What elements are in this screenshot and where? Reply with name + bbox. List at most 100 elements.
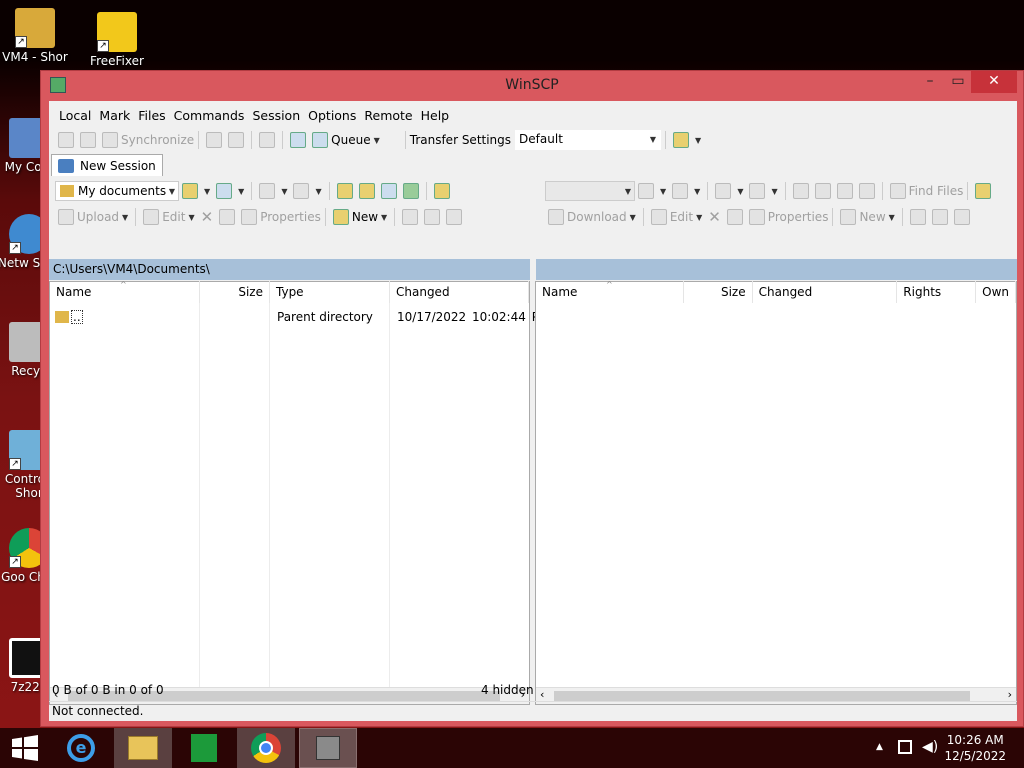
delete-icon[interactable]: ✕ <box>201 208 214 226</box>
open-folder-icon[interactable] <box>638 183 654 199</box>
find-files-button[interactable]: Find Files <box>909 184 964 198</box>
scroll-left-icon[interactable]: ‹ <box>540 688 544 701</box>
menu-mark[interactable]: Mark <box>95 108 134 123</box>
download-icon[interactable] <box>548 209 564 225</box>
tab-new-session[interactable]: New Session <box>51 154 163 176</box>
minimize-button[interactable]: – <box>915 71 945 93</box>
taskbar-store[interactable] <box>175 728 233 768</box>
rename-icon[interactable] <box>219 209 236 225</box>
col-header-type[interactable]: Type <box>270 281 390 303</box>
remote-path-bar[interactable] <box>536 259 1017 280</box>
local-file-list[interactable] <box>49 281 530 705</box>
new-button[interactable]: New <box>352 210 378 224</box>
col-header-changed[interactable]: Changed <box>753 281 898 303</box>
menu-help[interactable]: Help <box>417 108 454 123</box>
delete-icon[interactable]: ✕ <box>708 208 721 226</box>
new-button[interactable]: New <box>859 210 885 224</box>
system-clock[interactable]: 10:26 AM 12/5/2022 <box>944 732 1006 764</box>
chevron-down-icon[interactable]: ▼ <box>374 136 380 145</box>
remote-location-dropdown[interactable]: ▼ <box>545 181 635 201</box>
maximize-button[interactable]: ▭ <box>943 71 973 93</box>
properties-icon[interactable] <box>241 209 258 225</box>
refresh-icon[interactable] <box>402 183 419 199</box>
taskbar-file-explorer[interactable] <box>114 728 172 768</box>
back-arrow-icon[interactable] <box>715 183 732 199</box>
find-files-icon[interactable] <box>889 183 906 199</box>
putty-icon[interactable] <box>228 132 245 148</box>
transfer-icon[interactable] <box>259 132 276 148</box>
edit-icon[interactable] <box>143 209 160 225</box>
menu-local[interactable]: Local <box>55 108 95 123</box>
preferences-globe-icon[interactable] <box>673 132 690 148</box>
properties-icon[interactable] <box>748 209 765 225</box>
properties-button[interactable]: Properties <box>260 210 321 224</box>
forward-arrow-icon[interactable] <box>749 183 766 199</box>
menu-remote[interactable]: Remote <box>360 108 416 123</box>
title-bar[interactable]: WinSCP – ▭ ✕ <box>41 71 1023 101</box>
download-button[interactable]: Download <box>567 210 627 224</box>
chevron-down-icon[interactable]: ▼ <box>696 213 702 222</box>
remote-file-list[interactable] <box>535 281 1017 705</box>
new-folder-icon[interactable] <box>332 209 349 225</box>
network-status-icon[interactable] <box>898 740 912 754</box>
filter-icon[interactable] <box>672 183 689 199</box>
root-dir-icon[interactable] <box>814 183 831 199</box>
chevron-down-icon[interactable]: ▼ <box>281 187 287 196</box>
home-icon[interactable] <box>380 183 397 199</box>
col-header-size[interactable]: Size <box>684 281 753 303</box>
home-icon[interactable] <box>836 183 853 199</box>
scroll-right-icon[interactable]: › <box>1008 688 1012 701</box>
queue-button[interactable]: Queue <box>331 133 370 147</box>
forward-arrow-icon[interactable] <box>293 183 310 199</box>
upload-button[interactable]: Upload <box>77 210 119 224</box>
chevron-down-icon[interactable]: ▼ <box>737 187 743 196</box>
parent-dir-icon[interactable] <box>792 183 809 199</box>
root-dir-icon[interactable] <box>358 183 375 199</box>
compare-dirs-icon[interactable] <box>58 132 74 148</box>
chevron-down-icon[interactable]: ▼ <box>315 187 321 196</box>
chevron-down-icon[interactable]: ▼ <box>695 136 701 145</box>
filter-select-icon[interactable] <box>953 209 970 225</box>
chevron-down-icon[interactable]: ▼ <box>630 213 636 222</box>
chevron-down-icon[interactable]: ▼ <box>122 213 128 222</box>
new-folder-icon[interactable] <box>840 209 857 225</box>
tree-icon[interactable] <box>975 183 992 199</box>
volume-icon[interactable]: ◀) <box>922 739 938 755</box>
console-icon[interactable] <box>206 132 223 148</box>
edit-button[interactable]: Edit <box>670 210 693 224</box>
menu-options[interactable]: Options <box>304 108 360 123</box>
start-button[interactable] <box>0 728 58 768</box>
chevron-down-icon[interactable]: ▼ <box>694 187 700 196</box>
properties-button[interactable]: Properties <box>768 210 829 224</box>
sync-browse-icon[interactable] <box>80 132 96 148</box>
filter-icon[interactable] <box>216 183 233 199</box>
filter-select-icon[interactable] <box>446 209 463 225</box>
chevron-down-icon[interactable]: ▼ <box>771 187 777 196</box>
parent-dir-icon[interactable] <box>336 183 353 199</box>
desktop-icon-vm4[interactable]: ↗ VM4 - Shor <box>0 8 70 64</box>
taskbar-internet-explorer[interactable]: e <box>53 728 111 768</box>
chevron-down-icon[interactable]: ▼ <box>204 187 210 196</box>
synchronize-button[interactable]: Synchronize <box>121 133 194 147</box>
local-location-dropdown[interactable]: My documents ▼ <box>55 181 179 201</box>
refresh-icon[interactable] <box>858 183 875 199</box>
rename-icon[interactable] <box>726 209 743 225</box>
queue-icon[interactable] <box>312 132 329 148</box>
select-all-icon[interactable] <box>909 209 926 225</box>
chevron-down-icon[interactable]: ▼ <box>660 187 666 196</box>
local-hidden-status[interactable]: 4 hidden <box>481 683 534 697</box>
show-hidden-icons-icon[interactable]: ▲ <box>876 742 883 752</box>
back-arrow-icon[interactable] <box>259 183 276 199</box>
upload-icon[interactable] <box>58 209 74 225</box>
chevron-down-icon[interactable]: ▼ <box>238 187 244 196</box>
chevron-down-icon[interactable]: ▼ <box>889 213 895 222</box>
col-header-name[interactable]: Name ^ <box>50 280 200 303</box>
chevron-down-icon[interactable]: ▼ <box>188 213 194 222</box>
unselect-icon[interactable] <box>931 209 948 225</box>
close-button[interactable]: ✕ <box>971 71 1017 93</box>
col-header-rights[interactable]: Rights <box>897 281 977 303</box>
gear-icon[interactable] <box>290 132 307 148</box>
select-all-icon[interactable] <box>402 209 419 225</box>
open-folder-icon[interactable] <box>182 183 198 199</box>
transfer-settings-dropdown[interactable]: Default ▼ <box>515 130 662 150</box>
